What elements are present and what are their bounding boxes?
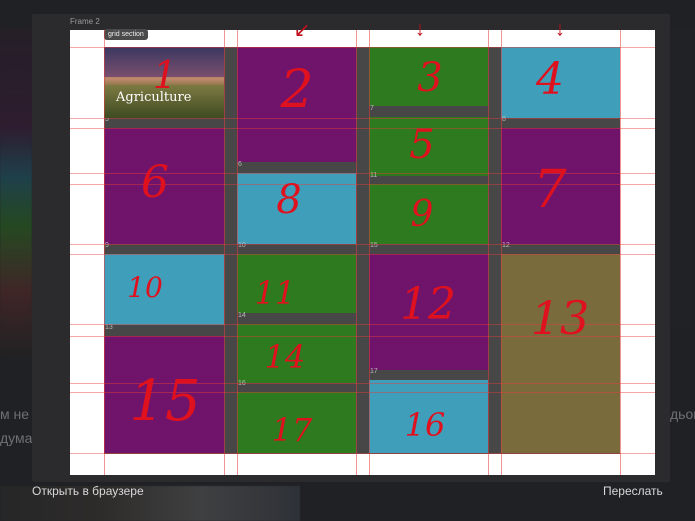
guide-line-vertical <box>620 30 621 475</box>
handwritten-number-9: 9 <box>410 194 434 235</box>
background-panel <box>670 28 695 328</box>
cell-corner-number: 17 <box>370 368 378 375</box>
handwritten-number-8: 8 <box>276 177 302 223</box>
grid-section-badge: grid section <box>104 29 148 40</box>
guide-line-horizontal <box>70 453 655 454</box>
handwritten-number-4: 4 <box>536 54 564 105</box>
handwritten-number-11: 11 <box>254 274 296 312</box>
handwritten-number-6: 6 <box>141 157 169 208</box>
grid-cell-13: 12 <box>501 242 620 453</box>
guide-line-horizontal <box>70 47 655 48</box>
handwritten-number-5: 5 <box>409 122 435 168</box>
guide-line-vertical <box>224 30 225 475</box>
handwritten-number-1: 1 <box>152 53 178 97</box>
handwritten-number-7: 7 <box>533 160 567 220</box>
handwritten-number-16: 16 <box>404 406 446 444</box>
guide-line-horizontal <box>70 128 655 129</box>
background-text: дьоц <box>670 406 695 422</box>
guide-line-horizontal <box>70 118 655 119</box>
arrow-down-icon: ↙ <box>293 19 311 42</box>
forward-link[interactable]: Переслать <box>603 484 663 498</box>
guide-line-vertical <box>488 30 489 475</box>
guide-line-vertical <box>501 30 502 475</box>
handwritten-number-2: 2 <box>280 60 314 120</box>
handwritten-number-17: 17 <box>271 411 313 449</box>
handwritten-number-14: 14 <box>264 338 306 376</box>
handwritten-number-13: 13 <box>530 291 590 345</box>
arrow-down-icon: ↓ <box>415 18 425 41</box>
grid-cell-10: 9 <box>104 242 224 325</box>
arrow-down-icon: ↓ <box>555 18 565 41</box>
cell-corner-number: 14 <box>238 312 246 319</box>
cell-corner-number: 7 <box>370 105 374 112</box>
handwritten-number-15: 15 <box>129 369 201 434</box>
handwritten-number-12: 12 <box>400 279 456 330</box>
cell-corner-number: 13 <box>105 324 113 331</box>
background-thumbnail <box>0 28 32 358</box>
frame-label: Frame 2 <box>70 17 100 26</box>
guide-line-horizontal <box>70 244 655 245</box>
guide-line-vertical <box>104 30 105 475</box>
guide-line-vertical <box>237 30 238 475</box>
cell-corner-number: 6 <box>238 161 242 168</box>
handwritten-number-10: 10 <box>127 271 163 304</box>
guide-line-vertical <box>356 30 357 475</box>
handwritten-number-3: 3 <box>417 55 443 101</box>
open-in-browser-link[interactable]: Открыть в браузере <box>32 484 144 498</box>
background-text: м не <box>0 406 30 422</box>
guide-line-vertical <box>369 30 370 475</box>
guide-line-horizontal <box>70 254 655 255</box>
